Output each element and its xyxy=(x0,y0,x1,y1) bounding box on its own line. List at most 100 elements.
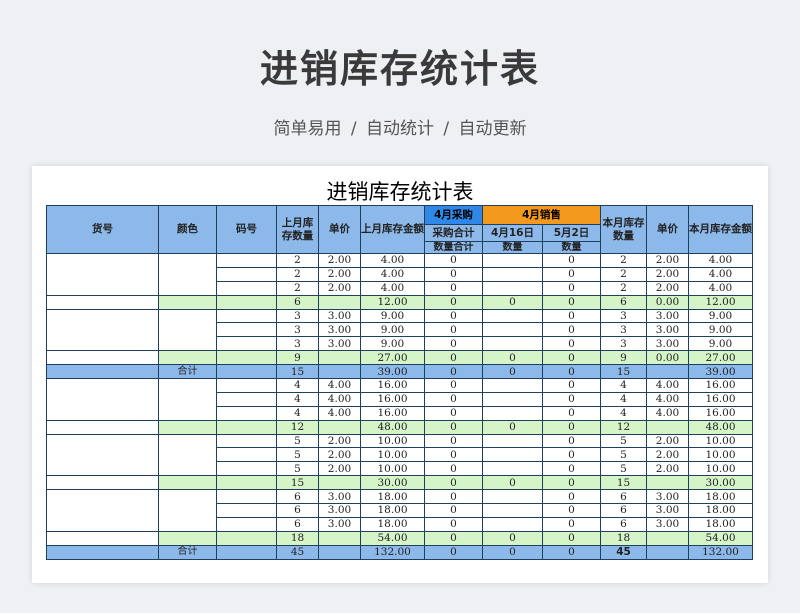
cell-last-amount[interactable]: 18.00 xyxy=(360,489,425,505)
cell-item-no[interactable] xyxy=(46,378,159,421)
cell-last-amount[interactable]: 9.00 xyxy=(360,308,425,324)
cell-month-amount[interactable]: 9.00 xyxy=(688,308,753,324)
cell-code[interactable] xyxy=(216,530,277,546)
cell-sale-qty-1[interactable] xyxy=(482,266,543,282)
cell-sale-qty-2[interactable]: 0 xyxy=(542,544,601,560)
cell-last-qty[interactable]: 2 xyxy=(276,266,319,282)
cell-month-amount[interactable]: 4.00 xyxy=(688,266,753,282)
cell-color[interactable] xyxy=(158,475,217,491)
cell-code[interactable] xyxy=(216,405,277,421)
cell-item-no[interactable] xyxy=(46,308,159,352)
cell-item-no[interactable] xyxy=(46,253,159,296)
cell-last-amount[interactable]: 9.00 xyxy=(360,322,425,338)
cell-sale-qty-2[interactable]: 0 xyxy=(542,308,601,324)
cell-last-qty[interactable]: 5 xyxy=(276,447,319,463)
cell-sale-qty-2[interactable]: 0 xyxy=(542,253,601,268)
cell-purchase-total[interactable]: 0 xyxy=(424,461,483,477)
cell-month-qty[interactable]: 2 xyxy=(600,280,647,296)
cell-sale-qty-1[interactable] xyxy=(482,447,543,463)
cell-sale-qty-2[interactable]: 0 xyxy=(542,475,601,491)
cell-unit-price[interactable] xyxy=(318,530,361,546)
cell-purchase-total[interactable]: 0 xyxy=(424,266,483,282)
cell-sale-qty-2[interactable]: 0 xyxy=(542,419,601,435)
cell-sale-qty-2[interactable]: 0 xyxy=(542,433,601,449)
cell-last-amount[interactable]: 4.00 xyxy=(360,253,425,268)
cell-code[interactable] xyxy=(216,322,277,338)
cell-unit-price[interactable]: 4.00 xyxy=(318,378,361,393)
cell-month-qty[interactable]: 2 xyxy=(600,253,647,268)
cell-item-no[interactable] xyxy=(46,294,159,310)
cell-last-amount[interactable]: 30.00 xyxy=(360,475,425,491)
cell-unit-price[interactable] xyxy=(318,419,361,435)
cell-code[interactable] xyxy=(216,516,277,532)
cell-unit-price[interactable] xyxy=(318,364,361,380)
cell-purchase-total[interactable]: 0 xyxy=(424,294,483,310)
cell-sale-qty-1[interactable] xyxy=(482,433,543,449)
cell-last-amount[interactable]: 16.00 xyxy=(360,405,425,421)
cell-last-qty[interactable]: 6 xyxy=(276,489,319,505)
cell-purchase-total[interactable]: 0 xyxy=(424,516,483,532)
cell-month-price[interactable] xyxy=(646,475,689,491)
cell-month-qty[interactable]: 45 xyxy=(600,544,647,560)
cell-month-amount[interactable]: 10.00 xyxy=(688,433,753,449)
cell-sale-qty-2[interactable]: 0 xyxy=(542,294,601,310)
cell-purchase-total[interactable]: 0 xyxy=(424,530,483,546)
cell-purchase-total[interactable]: 0 xyxy=(424,405,483,421)
cell-unit-price[interactable]: 2.00 xyxy=(318,447,361,463)
cell-month-qty[interactable]: 4 xyxy=(600,405,647,421)
cell-month-amount[interactable]: 132.00 xyxy=(688,544,753,560)
cell-code[interactable] xyxy=(216,503,277,518)
cell-month-qty[interactable]: 4 xyxy=(600,378,647,393)
cell-month-qty[interactable]: 5 xyxy=(600,461,647,477)
cell-sale-qty-2[interactable]: 0 xyxy=(542,336,601,352)
cell-month-qty[interactable]: 3 xyxy=(600,336,647,352)
cell-unit-price[interactable]: 2.00 xyxy=(318,253,361,268)
cell-last-qty[interactable]: 12 xyxy=(276,419,319,435)
cell-month-price[interactable]: 3.00 xyxy=(646,503,689,518)
cell-month-price[interactable]: 3.00 xyxy=(646,489,689,505)
cell-code[interactable] xyxy=(216,544,277,560)
cell-month-price[interactable]: 3.00 xyxy=(646,516,689,532)
cell-color[interactable] xyxy=(158,530,217,546)
cell-last-qty[interactable]: 3 xyxy=(276,322,319,338)
cell-last-qty[interactable]: 15 xyxy=(276,475,319,491)
cell-last-qty[interactable]: 4 xyxy=(276,391,319,407)
cell-last-amount[interactable]: 18.00 xyxy=(360,503,425,518)
cell-unit-price[interactable]: 2.00 xyxy=(318,266,361,282)
cell-month-amount[interactable]: 18.00 xyxy=(688,489,753,505)
cell-month-price[interactable]: 2.00 xyxy=(646,253,689,268)
cell-sale-qty-1[interactable]: 0 xyxy=(482,419,543,435)
cell-month-qty[interactable]: 9 xyxy=(600,350,647,366)
cell-month-price[interactable]: 3.00 xyxy=(646,322,689,338)
cell-code[interactable] xyxy=(216,461,277,477)
cell-last-qty[interactable]: 6 xyxy=(276,503,319,518)
cell-sale-qty-2[interactable]: 0 xyxy=(542,489,601,505)
cell-month-price[interactable]: 2.00 xyxy=(646,461,689,477)
cell-month-price[interactable]: 0.00 xyxy=(646,294,689,310)
cell-purchase-total[interactable]: 0 xyxy=(424,322,483,338)
cell-color[interactable] xyxy=(158,308,217,352)
cell-month-amount[interactable]: 9.00 xyxy=(688,336,753,352)
cell-sale-qty-2[interactable]: 0 xyxy=(542,405,601,421)
cell-purchase-total[interactable]: 0 xyxy=(424,447,483,463)
cell-code[interactable] xyxy=(216,447,277,463)
cell-last-amount[interactable]: 132.00 xyxy=(360,544,425,560)
cell-unit-price[interactable]: 3.00 xyxy=(318,322,361,338)
cell-last-qty[interactable]: 15 xyxy=(276,364,319,380)
cell-unit-price[interactable] xyxy=(318,294,361,310)
cell-sale-qty-2[interactable]: 0 xyxy=(542,503,601,518)
cell-sale-qty-1[interactable]: 0 xyxy=(482,294,543,310)
cell-last-amount[interactable]: 16.00 xyxy=(360,378,425,393)
cell-month-amount[interactable]: 16.00 xyxy=(688,391,753,407)
cell-unit-price[interactable] xyxy=(318,544,361,560)
cell-month-amount[interactable]: 10.00 xyxy=(688,461,753,477)
cell-month-qty[interactable]: 6 xyxy=(600,516,647,532)
cell-last-amount[interactable]: 10.00 xyxy=(360,433,425,449)
cell-unit-price[interactable]: 3.00 xyxy=(318,489,361,505)
cell-month-qty[interactable]: 6 xyxy=(600,294,647,310)
cell-code[interactable] xyxy=(216,350,277,366)
cell-sale-qty-1[interactable]: 0 xyxy=(482,530,543,546)
cell-unit-price[interactable]: 3.00 xyxy=(318,336,361,352)
cell-month-price[interactable]: 3.00 xyxy=(646,308,689,324)
cell-unit-price[interactable]: 4.00 xyxy=(318,391,361,407)
